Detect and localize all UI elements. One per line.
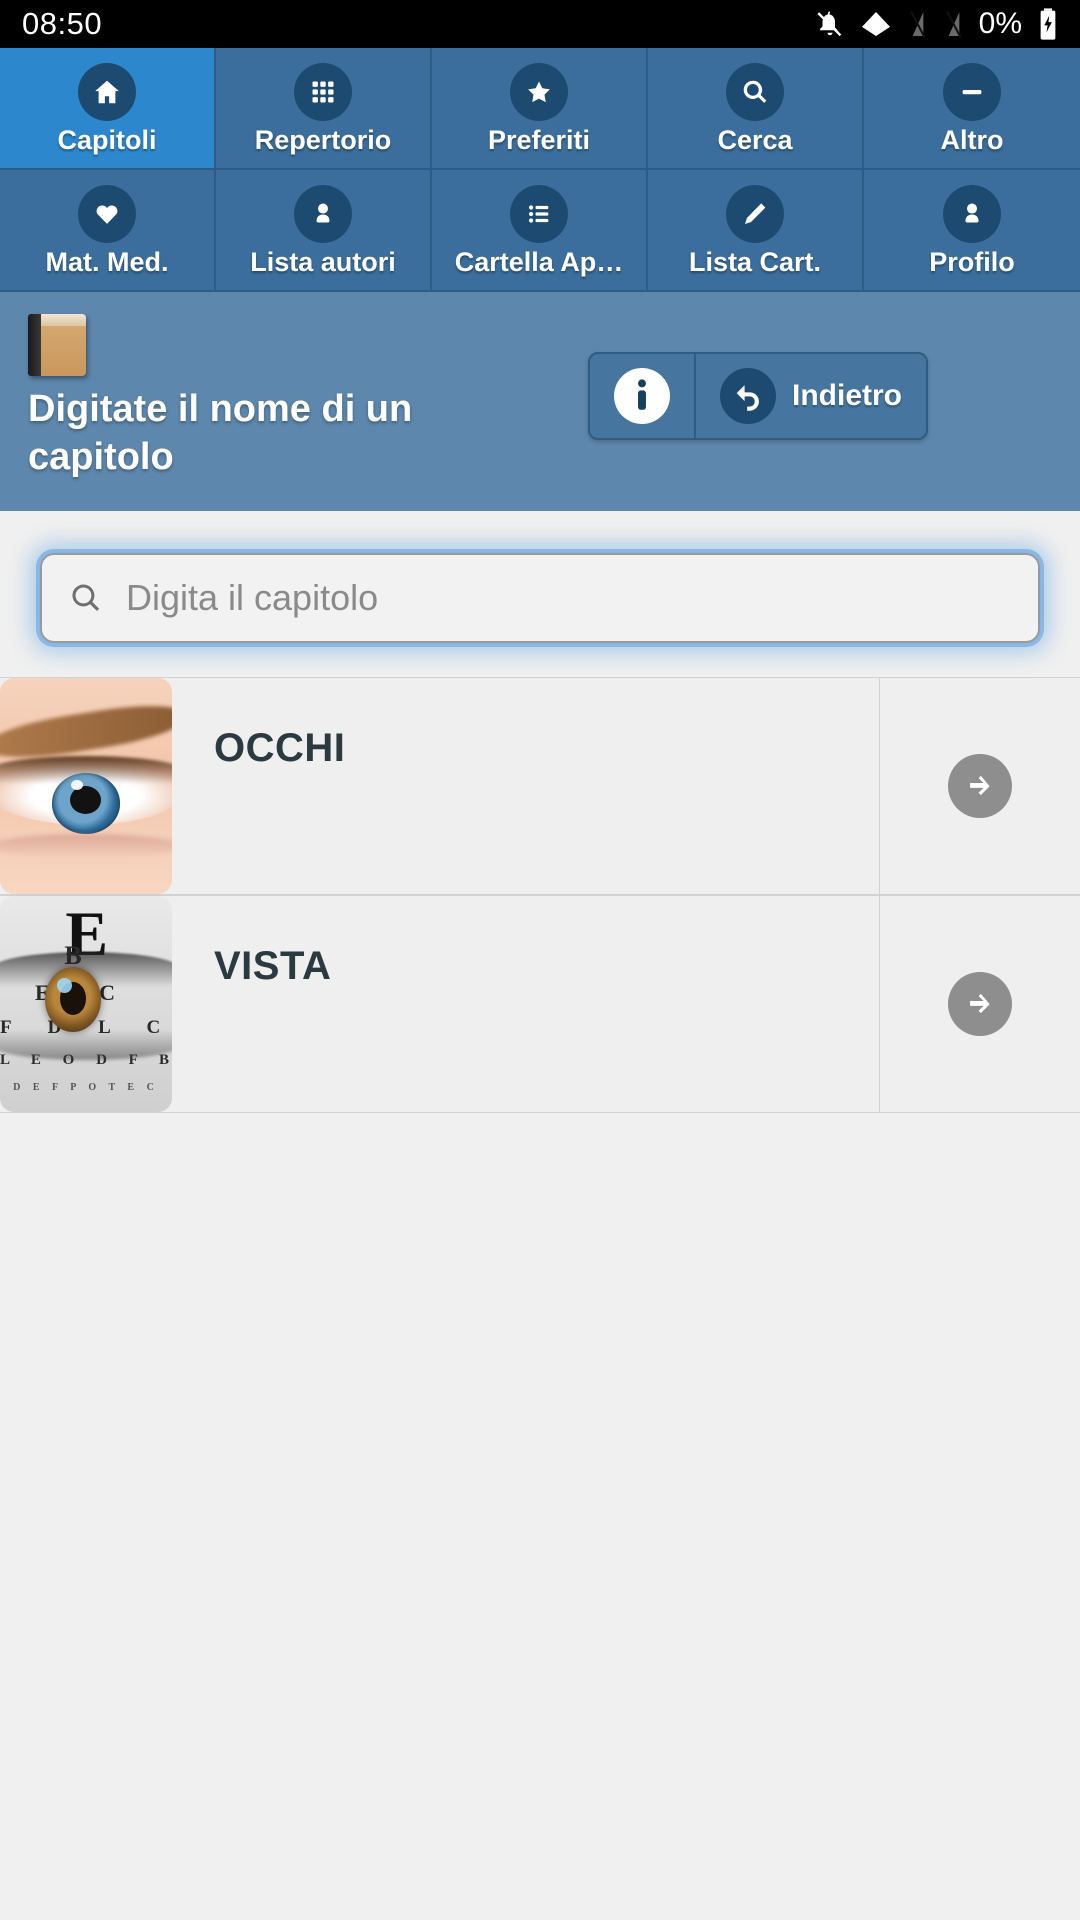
minus-icon — [943, 62, 1001, 121]
nav-label: Preferiti — [487, 124, 591, 155]
battery-percent-label: 0% — [978, 7, 1022, 40]
grid-icon — [294, 62, 352, 121]
nav-label: Altro — [940, 124, 1004, 155]
info-icon — [614, 368, 670, 424]
bell-off-icon — [815, 8, 845, 40]
back-arrow-icon — [720, 368, 776, 424]
nav-label: Capitoli — [57, 124, 157, 155]
row-content[interactable]: OCCHI — [0, 678, 880, 894]
nav-label: Lista autori — [250, 246, 396, 277]
row-label: VISTA — [214, 944, 332, 988]
row-open-button[interactable] — [880, 896, 1080, 1112]
nav-label: Cerca — [717, 124, 793, 155]
signal-off-icon — [943, 8, 965, 40]
header-action-group: Indietro — [588, 352, 928, 440]
nav-label: Repertorio — [254, 124, 392, 155]
book-icon — [28, 314, 86, 376]
nav-item-cerca[interactable]: Cerca — [648, 48, 864, 170]
arrow-right-icon — [948, 754, 1012, 818]
main-navigation: Capitoli Repertorio Preferiti Cerca Altr… — [0, 48, 1080, 292]
nav-label: Lista Cart. — [688, 246, 822, 277]
chapter-list: OCCHI E B E C F D L C L E O D F B Z D E … — [0, 677, 1080, 1113]
list-icon — [510, 184, 568, 243]
home-icon — [78, 62, 136, 121]
table-row[interactable]: E B E C F D L C L E O D F B Z D E F P O … — [0, 895, 1080, 1113]
back-button-label: Indietro — [792, 379, 902, 412]
pencil-icon — [726, 184, 784, 243]
person-icon — [943, 184, 1001, 243]
nav-item-altro[interactable]: Altro — [864, 48, 1080, 170]
nav-label: Mat. Med. — [45, 246, 169, 277]
nav-item-preferiti[interactable]: Preferiti — [432, 48, 648, 170]
eye-chart-photo-thumbnail: E B E C F D L C L E O D F B Z D E F P O … — [0, 896, 172, 1112]
arrow-right-icon — [948, 972, 1012, 1036]
person-icon — [294, 184, 352, 243]
search-icon — [68, 580, 104, 616]
status-icons: 0% — [815, 7, 1058, 41]
table-row[interactable]: OCCHI — [0, 677, 1080, 895]
search-icon — [726, 62, 784, 121]
row-content[interactable]: E B E C F D L C L E O D F B Z D E F P O … — [0, 896, 880, 1112]
heart-icon — [78, 184, 136, 243]
eye-photo-thumbnail — [0, 678, 172, 894]
wifi-icon — [859, 8, 893, 40]
search-box[interactable] — [40, 553, 1040, 643]
row-label: OCCHI — [214, 726, 346, 770]
nav-label: Profilo — [929, 246, 1015, 277]
nav-item-cartella-ap[interactable]: Cartella Ap… — [432, 170, 648, 292]
back-button[interactable]: Indietro — [694, 354, 926, 438]
nav-item-mat-med[interactable]: Mat. Med. — [0, 170, 216, 292]
info-button[interactable] — [590, 354, 694, 438]
nav-label: Cartella Ap… — [454, 246, 624, 277]
nav-item-lista-autori[interactable]: Lista autori — [216, 170, 432, 292]
row-open-button[interactable] — [880, 678, 1080, 894]
battery-charging-icon — [1038, 7, 1058, 41]
nav-item-profilo[interactable]: Profilo — [864, 170, 1080, 292]
nav-item-repertorio[interactable]: Repertorio — [216, 48, 432, 170]
nav-item-capitoli[interactable]: Capitoli — [0, 48, 216, 170]
signal-off-icon — [907, 8, 929, 40]
status-time: 08:50 — [22, 6, 103, 41]
search-section — [0, 511, 1080, 677]
nav-item-lista-cart[interactable]: Lista Cart. — [648, 170, 864, 292]
star-icon — [510, 62, 568, 121]
page-header: Digitate il nome di un capitolo Indietro — [0, 292, 1080, 511]
status-bar: 08:50 0% — [0, 0, 1080, 48]
page-title: Digitate il nome di un capitolo — [28, 388, 413, 478]
search-input[interactable] — [126, 577, 1012, 619]
